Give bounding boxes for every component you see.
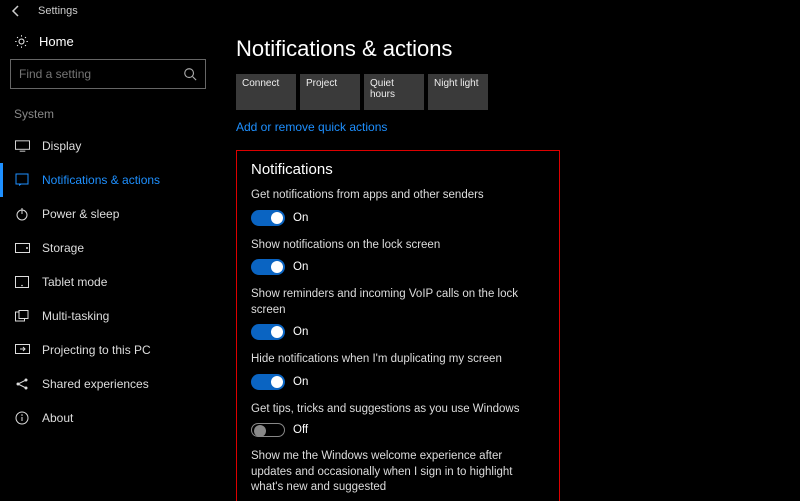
sidebar-item-label: Shared experiences xyxy=(42,377,149,391)
multitask-icon xyxy=(14,310,30,322)
setting-get-notifications: Get notifications from apps and other se… xyxy=(251,188,545,226)
window-titlebar: Settings xyxy=(0,0,800,22)
notifications-section: Notifications Get notifications from app… xyxy=(236,150,560,501)
quick-action-quiet-hours[interactable]: Quiet hours xyxy=(364,74,424,110)
sidebar-item-label: Display xyxy=(42,139,81,153)
sidebar-item-tablet[interactable]: Tablet mode xyxy=(0,265,216,299)
toggle-switch[interactable] xyxy=(251,423,285,437)
sidebar-item-about[interactable]: About xyxy=(0,401,216,435)
toggle-state: On xyxy=(293,261,308,273)
setting-duplicating: Hide notifications when I'm duplicating … xyxy=(251,352,545,390)
sidebar-item-notifications[interactable]: Notifications & actions xyxy=(0,163,216,197)
sidebar: Home System Display Notifications & acti… xyxy=(0,22,216,501)
quick-action-connect[interactable]: Connect xyxy=(236,74,296,110)
info-icon xyxy=(14,411,30,425)
tablet-icon xyxy=(14,276,30,288)
power-icon xyxy=(14,207,30,221)
toggle-state: On xyxy=(293,326,308,338)
setting-label: Show me the Windows welcome experience a… xyxy=(251,449,545,496)
setting-label: Get tips, tricks and suggestions as you … xyxy=(251,402,545,418)
project-icon xyxy=(14,344,30,356)
storage-icon xyxy=(14,243,30,253)
toggle-switch[interactable] xyxy=(251,210,285,226)
quick-action-night-light[interactable]: Night light xyxy=(428,74,488,110)
sidebar-item-label: Notifications & actions xyxy=(42,173,160,187)
setting-label: Get notifications from apps and other se… xyxy=(251,188,545,204)
toggle-state: Off xyxy=(293,424,308,436)
sidebar-item-projecting[interactable]: Projecting to this PC xyxy=(0,333,216,367)
sidebar-item-label: Power & sleep xyxy=(42,207,119,221)
setting-label: Hide notifications when I'm duplicating … xyxy=(251,352,545,368)
sidebar-item-label: About xyxy=(42,411,73,425)
back-icon[interactable] xyxy=(8,5,26,17)
sidebar-item-power[interactable]: Power & sleep xyxy=(0,197,216,231)
sidebar-item-display[interactable]: Display xyxy=(0,129,216,163)
section-title: Notifications xyxy=(251,161,545,178)
sidebar-item-label: Projecting to this PC xyxy=(42,343,151,357)
content-pane: Notifications & actions Connect Project … xyxy=(216,22,800,501)
quick-actions-link[interactable]: Add or remove quick actions xyxy=(236,120,387,134)
shared-icon xyxy=(14,377,30,391)
notifications-icon xyxy=(14,173,30,187)
page-title: Notifications & actions xyxy=(236,36,780,62)
setting-label: Show notifications on the lock screen xyxy=(251,238,545,254)
setting-welcome-experience: Show me the Windows welcome experience a… xyxy=(251,449,545,501)
sidebar-item-multitasking[interactable]: Multi-tasking xyxy=(0,299,216,333)
sidebar-home-label: Home xyxy=(39,34,74,49)
search-input[interactable] xyxy=(10,59,206,89)
toggle-switch[interactable] xyxy=(251,259,285,275)
window-title: Settings xyxy=(38,5,78,17)
gear-icon xyxy=(14,34,29,49)
sidebar-item-label: Storage xyxy=(42,241,84,255)
quick-action-project[interactable]: Project xyxy=(300,74,360,110)
toggle-state: On xyxy=(293,376,308,388)
toggle-state: On xyxy=(293,212,308,224)
setting-label: Show reminders and incoming VoIP calls o… xyxy=(251,287,545,318)
sidebar-item-storage[interactable]: Storage xyxy=(0,231,216,265)
monitor-icon xyxy=(14,140,30,152)
search-icon xyxy=(183,67,197,81)
sidebar-item-label: Multi-tasking xyxy=(42,309,109,323)
quick-actions-row: Connect Project Quiet hours Night light xyxy=(236,74,780,110)
sidebar-item-shared[interactable]: Shared experiences xyxy=(0,367,216,401)
toggle-switch[interactable] xyxy=(251,374,285,390)
setting-tips: Get tips, tricks and suggestions as you … xyxy=(251,402,545,438)
sidebar-home[interactable]: Home xyxy=(0,28,216,59)
search-field[interactable] xyxy=(19,67,179,81)
sidebar-group-label: System xyxy=(0,103,216,129)
sidebar-item-label: Tablet mode xyxy=(42,275,107,289)
setting-lock-screen: Show notifications on the lock screen On xyxy=(251,238,545,276)
setting-reminders-voip: Show reminders and incoming VoIP calls o… xyxy=(251,287,545,340)
toggle-switch[interactable] xyxy=(251,324,285,340)
